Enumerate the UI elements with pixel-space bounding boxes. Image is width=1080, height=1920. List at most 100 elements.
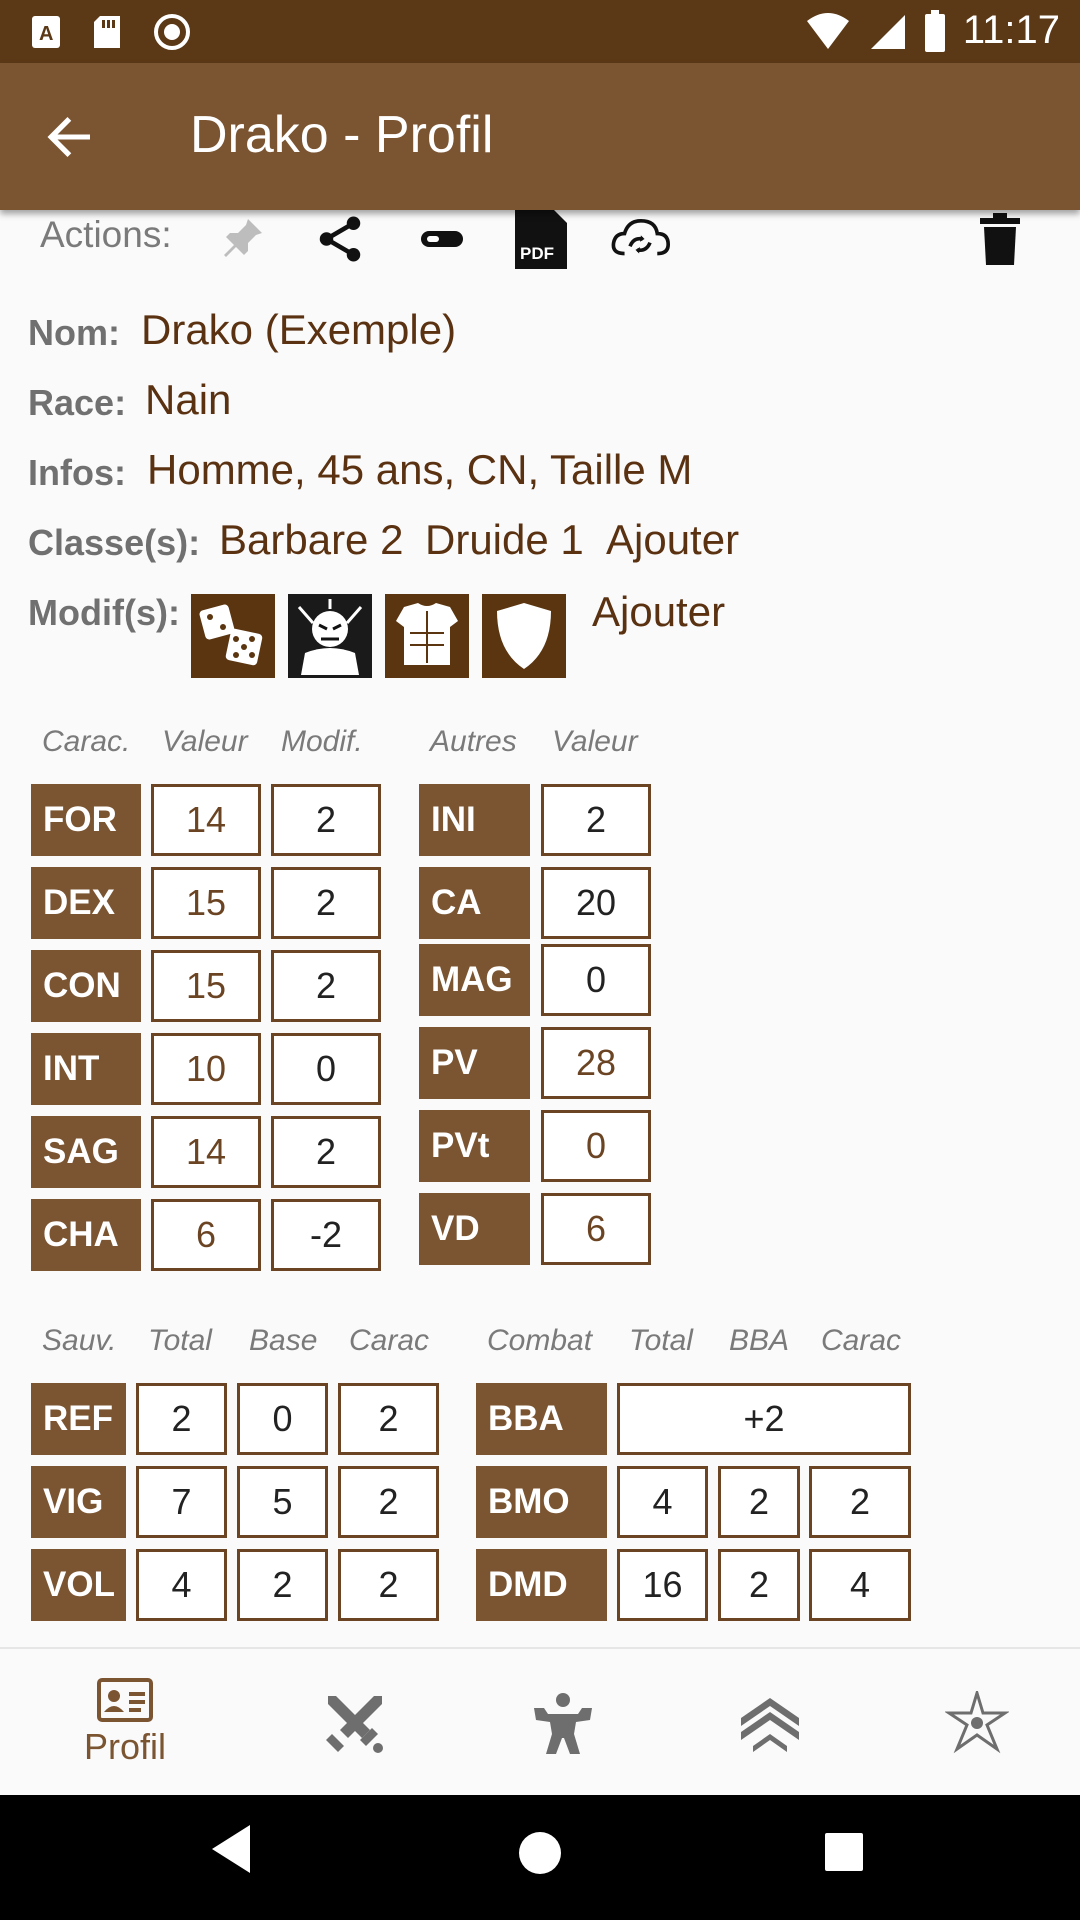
classes-label: Classe(s):: [28, 522, 201, 563]
cloud-sync-button[interactable]: [610, 210, 670, 268]
carac-cha-value[interactable]: 6: [151, 1199, 261, 1271]
sauv-vol-label: VOL: [31, 1549, 126, 1621]
autres-vd-value[interactable]: 6: [541, 1193, 651, 1265]
status-system: 11:17: [805, 8, 1060, 53]
wifi-icon: [806, 12, 849, 49]
sauv-base-header: Base: [249, 1324, 318, 1357]
sauv-header: Sauv.: [42, 1324, 117, 1357]
status-time: 11:17: [962, 8, 1060, 52]
share-button[interactable]: [310, 210, 370, 268]
system-back-button[interactable]: [210, 1823, 260, 1883]
autres-valeur-header: Valeur: [552, 725, 638, 758]
autres-pv-value[interactable]: 28: [541, 1027, 651, 1099]
carac-con-value[interactable]: 15: [151, 950, 261, 1022]
carac-int-value[interactable]: 10: [151, 1033, 261, 1105]
carac-for-mod: 2: [271, 784, 381, 856]
autres-pvt-value[interactable]: 0: [541, 1110, 651, 1182]
nom-label: Nom:: [28, 312, 120, 353]
actions-row: Actions: PDF: [0, 210, 1080, 270]
dice-icon: [199, 604, 263, 666]
pdf-icon: PDF: [515, 210, 567, 269]
carac-con-mod: 2: [271, 950, 381, 1022]
combat-bba-value[interactable]: +2: [617, 1383, 911, 1455]
crossed-swords-icon: [326, 1696, 383, 1753]
race-value[interactable]: Nain: [145, 376, 231, 424]
class-barbare[interactable]: Barbare 2: [219, 516, 403, 564]
autres-mag-value[interactable]: 0: [541, 944, 651, 1016]
id-card-icon: [97, 1678, 153, 1722]
carac-header: Carac.: [42, 725, 131, 758]
bottom-nav: Profil: [0, 1647, 1080, 1795]
svg-text:A: A: [39, 23, 53, 45]
sauv-ref-carac: 2: [338, 1383, 439, 1455]
carac-sag-mod: 2: [271, 1116, 381, 1188]
app-bar: Drako - Profil: [0, 63, 1080, 210]
sauv-vol-carac: 2: [338, 1549, 439, 1621]
combat-dmd-label: DMD: [476, 1549, 607, 1621]
nav-tab-levels[interactable]: [715, 1649, 825, 1797]
class-add-link[interactable]: Ajouter: [606, 516, 739, 564]
carac-cha-mod: -2: [271, 1199, 381, 1271]
modif-shield[interactable]: [482, 594, 566, 678]
back-button[interactable]: [40, 107, 100, 167]
autres-pv-label: PV: [419, 1027, 530, 1099]
combat-header: Combat: [487, 1324, 593, 1357]
system-home-button[interactable]: [518, 1831, 562, 1875]
nav-tab-magic[interactable]: [922, 1649, 1032, 1797]
toggle-icon: [421, 231, 463, 247]
share-icon: [319, 216, 361, 262]
infos-value[interactable]: Homme, 45 ans, CN, Taille M: [147, 446, 692, 494]
heptagram-star-icon: [945, 1691, 1009, 1754]
status-bar: A 11:17: [0, 0, 1080, 63]
modif-armor[interactable]: [385, 594, 469, 678]
system-nav-bar: [0, 1795, 1080, 1920]
carac-dex-value[interactable]: 15: [151, 867, 261, 939]
rage-face-icon: [297, 599, 363, 675]
pdf-button[interactable]: PDF: [511, 210, 571, 269]
carac-sag-value[interactable]: 14: [151, 1116, 261, 1188]
trash-icon: [980, 213, 1020, 265]
carac-modif-header: Modif.: [281, 725, 363, 758]
combat-dmd-total: 16: [617, 1549, 708, 1621]
sauv-ref-total: 2: [136, 1383, 227, 1455]
carac-int-mod: 0: [271, 1033, 381, 1105]
infos-label: Infos:: [28, 452, 126, 493]
combat-dmd-carac: 4: [809, 1549, 911, 1621]
combat-bmo-label: BMO: [476, 1466, 607, 1538]
pin-button[interactable]: [212, 210, 272, 268]
autres-pvt-label: PVt: [419, 1110, 530, 1182]
nav-tab-skills[interactable]: [508, 1649, 618, 1797]
nav-tab-profil-label: Profil: [83, 1726, 167, 1767]
sauv-vol-total: 4: [136, 1549, 227, 1621]
circle-home-icon: [519, 1832, 561, 1874]
race-label: Race:: [28, 382, 127, 423]
a-notification-icon: A: [32, 16, 60, 48]
class-druide[interactable]: Druide 1: [425, 516, 584, 564]
combat-bba-header: BBA: [729, 1324, 790, 1357]
combat-bba-label: BBA: [476, 1383, 607, 1455]
autres-mag-label: MAG: [419, 944, 530, 1016]
autres-ca-value: 20: [541, 867, 651, 939]
modif-rage[interactable]: [288, 594, 372, 678]
system-recents-button[interactable]: [824, 1832, 864, 1872]
combat-dmd-bba: 2: [718, 1549, 800, 1621]
sauv-total-header: Total: [148, 1324, 212, 1357]
autres-header: Autres: [430, 725, 517, 758]
toggle-button[interactable]: [412, 210, 472, 268]
delete-button[interactable]: [970, 210, 1030, 268]
nav-tab-profil[interactable]: Profil: [40, 1649, 210, 1797]
nom-value[interactable]: Drako (Exemple): [141, 306, 456, 354]
modif-add-link[interactable]: Ajouter: [592, 588, 725, 636]
carac-for-value[interactable]: 14: [151, 784, 261, 856]
autres-vd-label: VD: [419, 1193, 530, 1265]
strong-man-icon: [534, 1693, 592, 1754]
rank-chevrons-icon: [741, 1698, 799, 1752]
carac-for-label: FOR: [31, 784, 141, 856]
sd-card-icon: [94, 16, 120, 48]
sauv-vig-carac: 2: [338, 1466, 439, 1538]
nav-tab-combat[interactable]: [300, 1649, 410, 1797]
modif-dice[interactable]: [191, 594, 275, 678]
carac-valeur-header: Valeur: [162, 725, 248, 758]
triangle-back-icon: [212, 1825, 250, 1873]
arrow-back-icon: [47, 117, 90, 157]
